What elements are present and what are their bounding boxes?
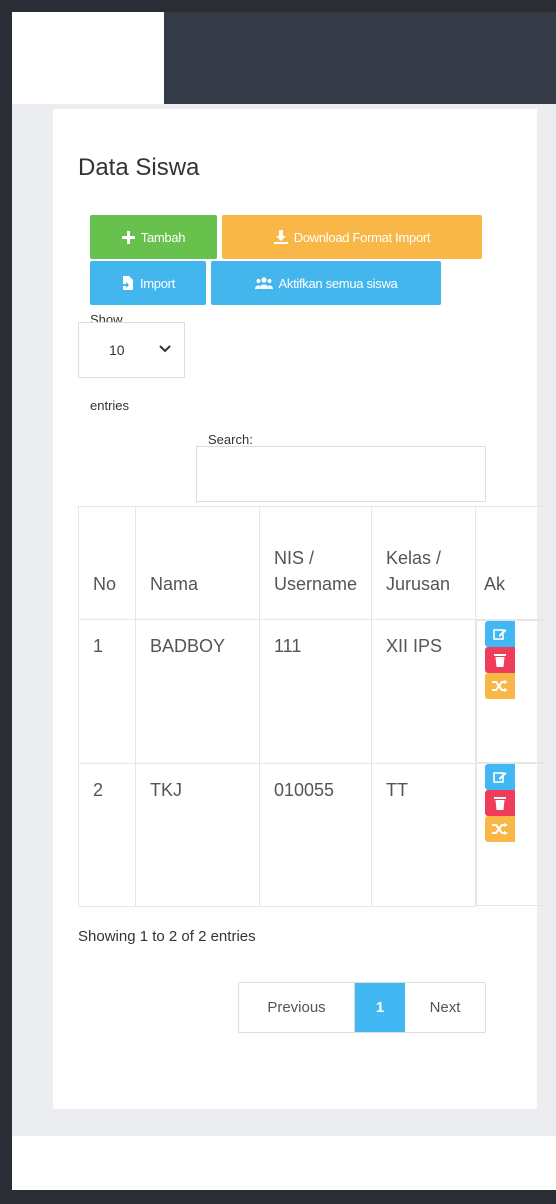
download-button-label: Download Format Import: [293, 229, 431, 245]
trash-icon: [494, 654, 506, 667]
edit-icon: [493, 772, 507, 783]
users-icon: [254, 277, 273, 289]
pagination: Previous 1 Next: [238, 982, 486, 1033]
download-format-button[interactable]: Download Format Import: [222, 215, 482, 259]
add-button[interactable]: Tambah: [90, 215, 217, 259]
import-icon: [120, 276, 133, 290]
import-button-label: Import: [139, 275, 176, 291]
page-title: Data Siswa: [78, 154, 200, 181]
plus-icon: [121, 230, 135, 244]
shuffle-icon: [492, 680, 508, 692]
cell-nis: 010055: [259, 762, 372, 907]
cell-kelas: TT: [371, 762, 476, 907]
students-table: No Nama NIS / Username Kelas / Jurusan A…: [78, 506, 544, 907]
cell-no: 2: [78, 762, 136, 907]
length-entries-label: entries: [90, 398, 130, 413]
add-button-label: Tambah: [140, 229, 186, 245]
next-page-button[interactable]: Next: [405, 983, 485, 1032]
table-header-row: No Nama NIS / Username Kelas / Jurusan A…: [78, 506, 544, 620]
cell-kelas: XII IPS: [371, 619, 476, 764]
page-1-button[interactable]: 1: [355, 983, 405, 1032]
footer: [12, 1136, 556, 1190]
brand-area[interactable]: [12, 12, 164, 104]
edit-button[interactable]: [485, 764, 515, 790]
move-class-button[interactable]: [485, 816, 515, 842]
shuffle-icon: [492, 823, 508, 835]
chevron-down-icon: [159, 345, 171, 353]
search-input[interactable]: [196, 446, 486, 502]
table-row: 1 BADBOY 111 XII IPS: [78, 619, 544, 764]
column-header-nama[interactable]: Nama: [135, 506, 260, 620]
column-header-kelas[interactable]: Kelas / Jurusan: [371, 506, 476, 620]
length-select[interactable]: 10: [78, 322, 185, 378]
move-class-button[interactable]: [485, 673, 515, 699]
delete-button[interactable]: [485, 647, 515, 673]
delete-button[interactable]: [485, 790, 515, 816]
cell-nama: BADBOY: [135, 619, 260, 764]
column-header-aksi[interactable]: Ak: [475, 506, 544, 620]
table-info: Showing 1 to 2 of 2 entries: [78, 928, 256, 945]
column-header-no[interactable]: No: [78, 506, 136, 620]
previous-page-button[interactable]: Previous: [239, 983, 355, 1032]
trash-icon: [494, 797, 506, 810]
cell-nama: TKJ: [135, 762, 260, 907]
edit-icon: [493, 629, 507, 640]
cell-nis: 111: [259, 619, 372, 764]
length-select-value: 10: [109, 342, 125, 358]
students-table-wrapper: No Nama NIS / Username Kelas / Jurusan A…: [78, 506, 544, 911]
top-navbar: [12, 12, 556, 104]
download-icon: [273, 230, 288, 244]
edit-button[interactable]: [485, 621, 515, 647]
import-button[interactable]: Import: [90, 261, 206, 305]
activate-all-label: Aktifkan semua siswa: [278, 275, 398, 291]
table-row: 2 TKJ 010055 TT: [78, 762, 544, 907]
column-header-nis[interactable]: NIS / Username: [259, 506, 372, 620]
search-label: Search:: [208, 432, 253, 447]
cell-no: 1: [78, 619, 136, 764]
cell-actions: [476, 763, 544, 906]
cell-actions: [476, 620, 544, 763]
activate-all-button[interactable]: Aktifkan semua siswa: [211, 261, 441, 305]
